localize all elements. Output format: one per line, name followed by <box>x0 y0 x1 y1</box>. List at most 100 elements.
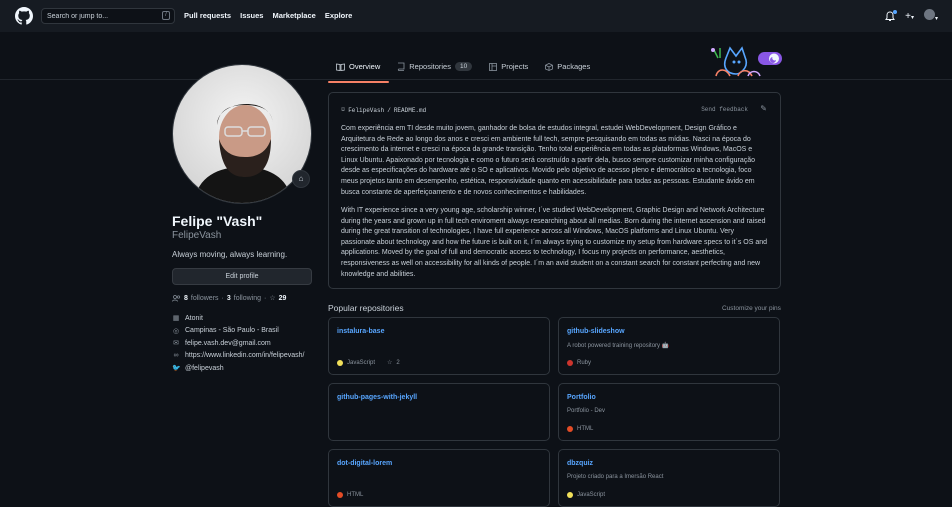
nav-explore[interactable]: Explore <box>325 11 353 20</box>
readme-file[interactable]: README.md <box>394 107 426 114</box>
repo-meta: JavaScript ☆ 2 <box>337 359 400 366</box>
profile-avatar[interactable] <box>172 64 312 204</box>
tab-packages[interactable]: Packages <box>537 59 599 80</box>
detail-website[interactable]: ∞ https://www.linkedin.com/in/felipevash/ <box>172 350 305 363</box>
detail-text[interactable]: felipe.vash.dev@gmail.com <box>185 340 271 347</box>
top-header: / Pull requests Issues Marketplace Explo… <box>0 0 952 32</box>
followers-count[interactable]: 8 <box>184 295 188 302</box>
follow-stats: 8 followers · 3 following · ☆ 29 <box>172 294 286 302</box>
profile-details: ▦ Atonit ◎ Campinas - São Paulo - Brasil ✉… <box>172 312 304 375</box>
mascot-illustration <box>711 46 782 77</box>
repo-count-badge: 10 <box>454 62 473 71</box>
header-actions: +▾ ▾ <box>885 9 938 25</box>
nav-marketplace[interactable]: Marketplace <box>272 11 315 20</box>
repo-name-link[interactable]: dbzquiz <box>567 460 593 467</box>
tab-label: Packages <box>557 62 591 71</box>
detail-text[interactable]: @felipevash <box>185 365 224 372</box>
repo-description: A robot powered training repository 🤖 <box>567 343 670 349</box>
book-icon <box>336 63 345 71</box>
profile-tabs: Overview Repositories 10 Projects Packag… <box>328 59 599 83</box>
language-color-dot <box>567 492 573 498</box>
repo-icon <box>398 62 405 71</box>
unread-dot <box>893 9 898 14</box>
detail-text[interactable]: https://www.linkedin.com/in/felipevash/ <box>185 352 304 359</box>
following-label[interactable]: following <box>234 295 261 302</box>
separator-dot: · <box>264 294 267 302</box>
tab-projects[interactable]: Projects <box>481 59 537 80</box>
star-icon: ☆ <box>269 295 276 302</box>
chevron-down-icon: ▾ <box>910 14 914 21</box>
repo-language: JavaScript <box>577 492 606 498</box>
user-menu-button[interactable]: ▾ <box>923 9 938 25</box>
create-new-button[interactable]: +▾ <box>905 11 914 24</box>
edit-profile-button[interactable]: Edit profile <box>172 268 312 285</box>
following-count[interactable]: 3 <box>227 295 231 302</box>
language-color-dot <box>567 426 573 432</box>
nav-pull-requests[interactable]: Pull requests <box>184 11 231 20</box>
repo-card[interactable]: dot-digital-lorem HTML <box>328 449 550 507</box>
readme-paragraph-pt: Com experiência em TI desde muito jovem,… <box>341 125 756 196</box>
search-input[interactable] <box>41 8 175 24</box>
chevron-down-icon: ▾ <box>934 16 938 22</box>
followers-label[interactable]: followers <box>191 295 219 302</box>
repo-description: Portfolio - Dev <box>567 408 606 414</box>
stars-count[interactable]: 29 <box>279 295 287 302</box>
repo-name-link[interactable]: Portfolio <box>567 394 596 401</box>
pencil-icon[interactable]: ✎ <box>760 104 767 113</box>
repo-language: Ruby <box>577 360 592 366</box>
repo-card[interactable]: github-slideshow A robot powered trainin… <box>558 317 780 375</box>
detail-text: Atonit <box>185 314 203 322</box>
profile-bio: Always moving, always learning. <box>172 250 288 259</box>
repo-card[interactable]: github-pages-with-jekyll <box>328 383 550 441</box>
repo-meta: JavaScript <box>567 492 605 498</box>
user-avatar <box>923 9 935 20</box>
repo-name-link[interactable]: instalura-base <box>337 328 384 335</box>
detail-email[interactable]: ✉ felipe.vash.dev@gmail.com <box>172 337 304 350</box>
send-feedback-link[interactable]: Send feedback <box>701 106 748 113</box>
tab-overview[interactable]: Overview <box>328 59 390 83</box>
path-separator: / <box>387 106 391 114</box>
smiley-icon: ☺ <box>341 106 346 114</box>
repo-name-link[interactable]: github-slideshow <box>567 328 625 335</box>
notifications-button[interactable] <box>885 9 898 24</box>
repo-language: JavaScript <box>347 359 376 366</box>
set-status-button[interactable]: ⌂ <box>292 170 310 188</box>
mail-icon: ✉ <box>173 340 179 348</box>
repo-card[interactable]: Portfolio Portfolio - Dev HTML <box>558 383 780 441</box>
repo-language: HTML <box>577 426 594 432</box>
readme-path: ☺ FelipeVash / README.md <box>341 106 426 114</box>
readme-user[interactable]: FelipeVash <box>348 107 384 114</box>
link-icon: ∞ <box>173 352 179 360</box>
language-color-dot <box>337 359 343 366</box>
language-color-dot <box>337 492 343 498</box>
home-icon: ⌂ <box>298 174 304 183</box>
repo-meta: HTML <box>567 426 593 432</box>
separator-dot: · <box>221 294 224 302</box>
tab-label: Overview <box>349 62 381 71</box>
profile-login: FelipeVash <box>172 230 222 241</box>
people-icon <box>172 294 181 302</box>
profile-readme: ☺ FelipeVash / README.md Send feedback ✎… <box>328 92 781 289</box>
repo-stars[interactable]: 2 <box>396 360 399 366</box>
tab-repositories[interactable]: Repositories 10 <box>389 59 481 80</box>
repo-name-link[interactable]: dot-digital-lorem <box>337 460 392 467</box>
nav-issues[interactable]: Issues <box>240 11 263 20</box>
star-icon: ☆ <box>387 360 393 366</box>
profile-name: Felipe "Vash" <box>172 213 263 229</box>
twitter-icon: 🐦 <box>172 365 181 373</box>
github-mark-icon[interactable] <box>15 7 33 25</box>
detail-text: Campinas - São Paulo - Brasil <box>185 327 279 335</box>
language-color-dot <box>567 360 573 366</box>
customize-pins-link[interactable]: Customize your pins <box>722 305 781 312</box>
repo-name-link[interactable]: github-pages-with-jekyll <box>337 394 417 401</box>
repo-meta: Ruby <box>567 360 591 366</box>
popular-repos-title: Popular repositories <box>328 303 404 313</box>
detail-location: ◎ Campinas - São Paulo - Brasil <box>172 325 304 338</box>
repo-meta: HTML <box>337 492 363 498</box>
detail-twitter[interactable]: 🐦 @felipevash <box>172 362 304 375</box>
package-icon <box>545 62 554 71</box>
repo-card[interactable]: dbzquiz Projeto criado para a Imersão Re… <box>558 449 780 507</box>
detail-organization: ▦ Atonit <box>172 312 304 325</box>
project-icon <box>489 62 498 71</box>
repo-card[interactable]: instalura-base JavaScript ☆ 2 <box>328 317 550 375</box>
